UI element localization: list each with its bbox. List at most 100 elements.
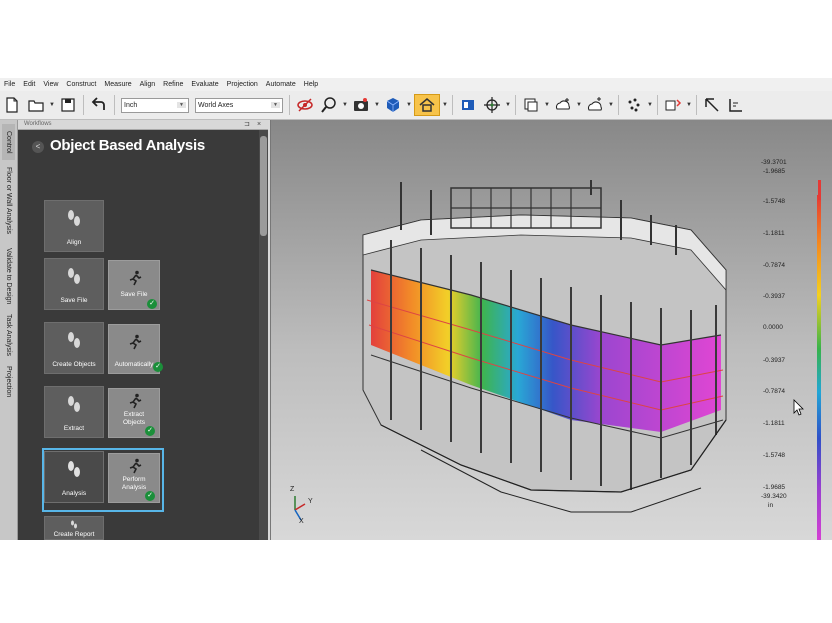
workflows-scrollbar[interactable] — [259, 130, 268, 540]
building-slabs — [362, 180, 727, 513]
undo-icon[interactable] — [88, 94, 110, 116]
back-button[interactable]: < — [32, 141, 44, 153]
action-save-file[interactable]: Save File ✓ — [108, 260, 160, 310]
chevron-down-icon[interactable]: ▼ — [504, 102, 512, 108]
axis-triad — [294, 496, 306, 521]
step-create-report[interactable]: Create Report — [44, 516, 104, 540]
menu-measure[interactable]: Measure — [100, 78, 135, 91]
home-view-icon[interactable] — [414, 94, 440, 116]
close-icon[interactable]: × — [257, 120, 261, 129]
fl-icon[interactable] — [725, 94, 747, 116]
target-icon[interactable] — [481, 94, 503, 116]
workflow-header: < Object Based Analysis — [18, 130, 260, 164]
units-select[interactable]: Inch ▼ — [121, 97, 189, 113]
chevron-down-icon[interactable]: ▼ — [543, 102, 551, 108]
legend-value: -0.7874 — [763, 388, 786, 395]
toolbar-divider — [289, 95, 290, 115]
action-label: Perform Analysis — [121, 476, 147, 491]
toolbar: ▼ Inch ▼ World Axes ▼ ▼ ▼ ▼ ▼ ▼ ▼ ▼ ▼ ▼ … — [0, 91, 832, 120]
step-label: Analysis — [61, 490, 87, 497]
mesh-icon[interactable] — [584, 94, 606, 116]
tab-control[interactable]: Control — [2, 124, 15, 160]
step-extract[interactable]: Extract — [44, 386, 104, 438]
menu-bar: File Edit View Construct Measure Align R… — [0, 78, 832, 92]
tab-label: Projection — [5, 366, 12, 398]
save-icon[interactable] — [57, 94, 79, 116]
menu-projection[interactable]: Projection — [223, 78, 262, 91]
new-file-icon[interactable] — [1, 94, 23, 116]
menu-align[interactable]: Align — [136, 78, 160, 91]
action-label: Save File — [120, 291, 148, 298]
footsteps-icon — [68, 461, 80, 477]
running-figure-icon — [129, 393, 142, 409]
chevron-down-icon[interactable]: ▼ — [373, 102, 381, 108]
footsteps-icon — [71, 520, 77, 529]
legend-value: -39.3701 — [761, 159, 787, 166]
toolbar-divider — [696, 95, 697, 115]
action-extract-objects[interactable]: Extract Objects ✓ — [108, 388, 160, 438]
dimension-icon[interactable] — [662, 94, 684, 116]
building-model — [294, 180, 821, 540]
menu-evaluate[interactable]: Evaluate — [187, 78, 222, 91]
chevron-down-icon[interactable]: ▼ — [48, 102, 56, 108]
chevron-down-icon[interactable]: ▼ — [646, 102, 654, 108]
chevron-down-icon[interactable]: ▼ — [607, 102, 615, 108]
tab-floor-or-wall-analysis[interactable]: Floor or Wall Analysis — [2, 160, 15, 242]
camera-icon[interactable] — [350, 94, 372, 116]
running-figure-icon — [129, 270, 142, 286]
menu-construct[interactable]: Construct — [62, 78, 100, 91]
menu-file[interactable]: File — [0, 78, 19, 91]
step-save-file[interactable]: Save File — [44, 258, 104, 310]
open-folder-icon[interactable] — [25, 94, 47, 116]
mouse-cursor-icon — [793, 399, 804, 416]
panel-title: Workflows — [24, 121, 52, 127]
legend-value: -0.7874 — [763, 262, 786, 269]
zoom-icon[interactable] — [318, 94, 340, 116]
chevron-down-icon[interactable]: ▼ — [341, 102, 349, 108]
panel-icon[interactable] — [457, 94, 479, 116]
toolbar-divider — [114, 95, 115, 115]
toolbar-divider — [618, 95, 619, 115]
units-value: Inch — [124, 101, 138, 109]
checkmark-icon: ✓ — [145, 426, 155, 436]
tab-projection[interactable]: Projection — [2, 362, 15, 402]
legend-value: -1.1811 — [763, 420, 785, 427]
chevron-down-icon[interactable]: ▼ — [441, 102, 449, 108]
toolbar-divider — [452, 95, 453, 115]
workflows-panel: Workflows ⊐ × < Object Based Analysis Al… — [18, 120, 268, 540]
chevron-down-icon[interactable]: ▼ — [575, 102, 583, 108]
workflow-title: Object Based Analysis — [50, 137, 205, 154]
chevron-down-icon[interactable]: ▼ — [685, 102, 693, 108]
footsteps-icon — [68, 268, 80, 284]
step-create-objects[interactable]: Create Objects — [44, 322, 104, 374]
step-align[interactable]: Align — [44, 200, 104, 252]
legend-unit: in — [768, 502, 774, 509]
checkmark-icon: ✓ — [145, 491, 155, 501]
action-label: Automatically — [114, 361, 154, 368]
plane-icon[interactable] — [701, 94, 723, 116]
action-perform-analysis[interactable]: Perform Analysis ✓ — [108, 453, 160, 503]
layer-icon[interactable] — [520, 94, 542, 116]
menu-view[interactable]: View — [39, 78, 62, 91]
legend-value: -1.5748 — [763, 198, 786, 205]
cube-view-icon[interactable] — [382, 94, 404, 116]
action-automatically[interactable]: Automatically ✓ — [108, 324, 163, 374]
legend-value: -0.3937 — [763, 357, 786, 364]
chevron-down-icon: ▼ — [177, 102, 186, 108]
coordinate-system-select[interactable]: World Axes ▼ — [195, 97, 283, 113]
step-analysis[interactable]: Analysis — [44, 451, 104, 503]
menu-automate[interactable]: Automate — [262, 78, 300, 91]
pin-icon[interactable]: ⊐ — [244, 120, 250, 129]
menu-refine[interactable]: Refine — [159, 78, 187, 91]
menu-help[interactable]: Help — [300, 78, 322, 91]
scrollbar-thumb[interactable] — [260, 136, 267, 236]
visibility-icon[interactable] — [294, 94, 316, 116]
tab-task-analysis[interactable]: Task Analysis — [2, 310, 15, 360]
scatter-icon[interactable] — [623, 94, 645, 116]
3d-viewport[interactable]: -39.3701 -1.9685 -1.5748 -1.1811 -0.7874… — [270, 120, 832, 540]
point-cloud-icon[interactable] — [552, 94, 574, 116]
legend-color-cap — [818, 180, 821, 200]
chevron-down-icon[interactable]: ▼ — [405, 102, 413, 108]
tab-validate-to-design[interactable]: Validate to Design — [2, 244, 15, 308]
menu-edit[interactable]: Edit — [19, 78, 39, 91]
